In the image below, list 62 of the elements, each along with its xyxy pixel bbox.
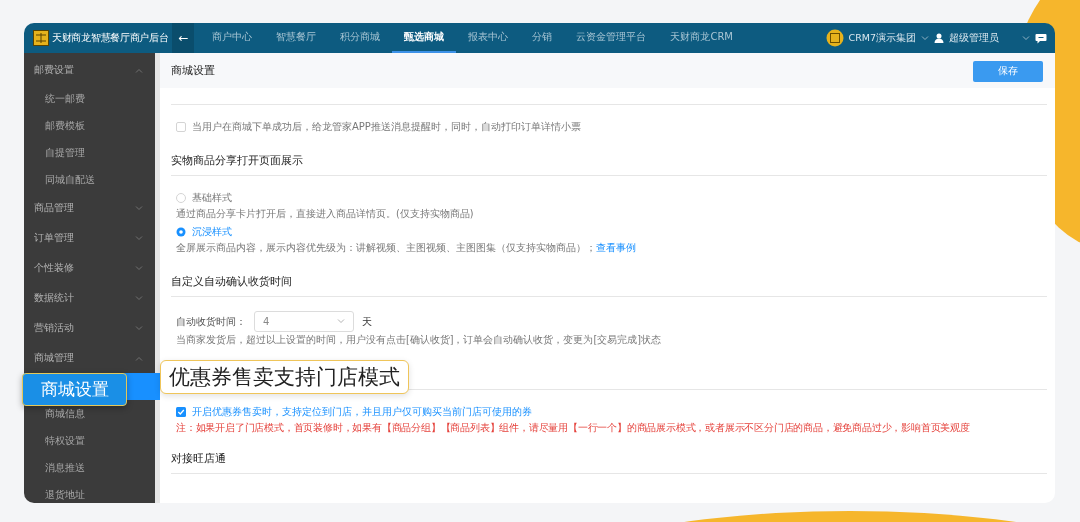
organization-name[interactable]: CRM7演示集团 [848, 31, 916, 45]
section-title: 实物商品分享打开页面展示 [171, 153, 303, 169]
message-icon[interactable] [1035, 32, 1047, 44]
nav-tab[interactable]: 分销 [520, 23, 565, 53]
radio-button[interactable] [176, 193, 186, 203]
nav-tab[interactable]: 天财商龙CRM [658, 23, 745, 53]
sidebar-item[interactable]: 消息推送 [24, 454, 155, 481]
chevron-icon [337, 319, 345, 324]
checkbox[interactable] [176, 122, 186, 132]
nav-tab[interactable]: 云资金管理平台 [564, 23, 659, 53]
sidebar-group[interactable]: 个性装修 [24, 253, 155, 283]
sidebar-group[interactable]: 订单管理 [24, 223, 155, 253]
chevron-icon [135, 325, 143, 331]
sidebar-item[interactable]: 商城设置 [22, 373, 127, 406]
chevron-icon [135, 355, 143, 361]
help-text: 全屏展示商品内容，展示内容优先级为：讲解视频、主图视频、主图图集（仅支持实物商品）；查看事例 [175, 242, 637, 255]
back-button[interactable]: ← [172, 23, 195, 53]
nav-tab[interactable]: 商户中心 [200, 23, 265, 53]
checkbox[interactable] [176, 407, 186, 417]
sidebar-item[interactable]: 特权设置 [24, 427, 155, 454]
sidebar-item[interactable]: 统一邮费 [24, 85, 155, 112]
sidebar-group[interactable]: 商城管理 [24, 343, 155, 373]
help-text: 当商家发货后，超过以上设置的时间，用户没有点击[确认收货]，订单会自动确认收货，变更为[交易完成]状态 [175, 334, 662, 347]
app-title: 天财商龙智慧餐厅商户后台 [52, 31, 169, 45]
sidebar-item[interactable]: 自提管理 [24, 139, 155, 166]
user-name[interactable]: 超级管理员 [949, 31, 999, 45]
chevron-icon [135, 295, 143, 301]
highlighted-section-title: 优惠券售卖支持门店模式 [160, 360, 409, 394]
example-link[interactable]: 查看事例 [596, 242, 636, 253]
organization-logo-icon [825, 29, 844, 47]
sidebar-group[interactable]: 商品管理 [24, 193, 155, 223]
chevron-icon [135, 265, 143, 271]
user-icon [934, 33, 944, 43]
warning-text: 注：如果开启了门店模式，首页装修时，如果有【商品分组】【商品列表】组件，请尽量用【一行一个】的商品展示模式，或者展示不区分门店的商品，避免商品过少，影响首页美观度 [175, 422, 971, 435]
sidebar-item[interactable]: 邮费模板 [24, 112, 155, 139]
save-button[interactable]: 保存 [973, 61, 1043, 82]
chevron-icon [135, 235, 143, 241]
select-field[interactable]: 4 [254, 311, 354, 332]
unit-label: 天 [362, 314, 372, 329]
field-label: 自动收货时间： [176, 314, 246, 329]
page-title: 商城设置 [171, 63, 215, 78]
chevron-icon [1022, 35, 1030, 41]
sidebar-group[interactable]: 数据统计 [24, 283, 155, 313]
sidebar-group[interactable]: 邮费设置 [24, 55, 155, 85]
chevron-icon [921, 35, 929, 41]
checkbox-label: 当用户在商城下单成功后，给龙管家APP推送消息提醒时，同时，自动打印订单详情小票 [192, 120, 581, 134]
help-text: 通过商品分享卡片打开后，直接进入商品详情页。(仅支持实物商品) [175, 208, 475, 221]
nav-tab[interactable]: 智慧餐厅 [264, 23, 329, 53]
chevron-icon [135, 67, 143, 73]
sidebar-group[interactable]: 营销活动 [24, 313, 155, 343]
logo-icon [33, 30, 49, 46]
nav-tab[interactable]: 积分商城 [328, 23, 393, 53]
checkbox-label: 开启优惠券售卖时，支持定位到门店，并且用户仅可购买当前门店可使用的券 [192, 405, 532, 419]
sidebar-item[interactable]: 同城自配送 [24, 166, 155, 193]
chevron-icon [135, 205, 143, 211]
nav-tab[interactable]: 报表中心 [456, 23, 521, 53]
sidebar-item[interactable]: 退货地址 [24, 481, 155, 508]
section-title: 对接旺店通 [171, 451, 226, 467]
section-title: 自定义自动确认收货时间 [171, 274, 292, 290]
radio-button[interactable] [176, 227, 186, 237]
radio-label: 基础样式 [192, 191, 232, 205]
radio-label: 沉浸样式 [192, 225, 232, 239]
